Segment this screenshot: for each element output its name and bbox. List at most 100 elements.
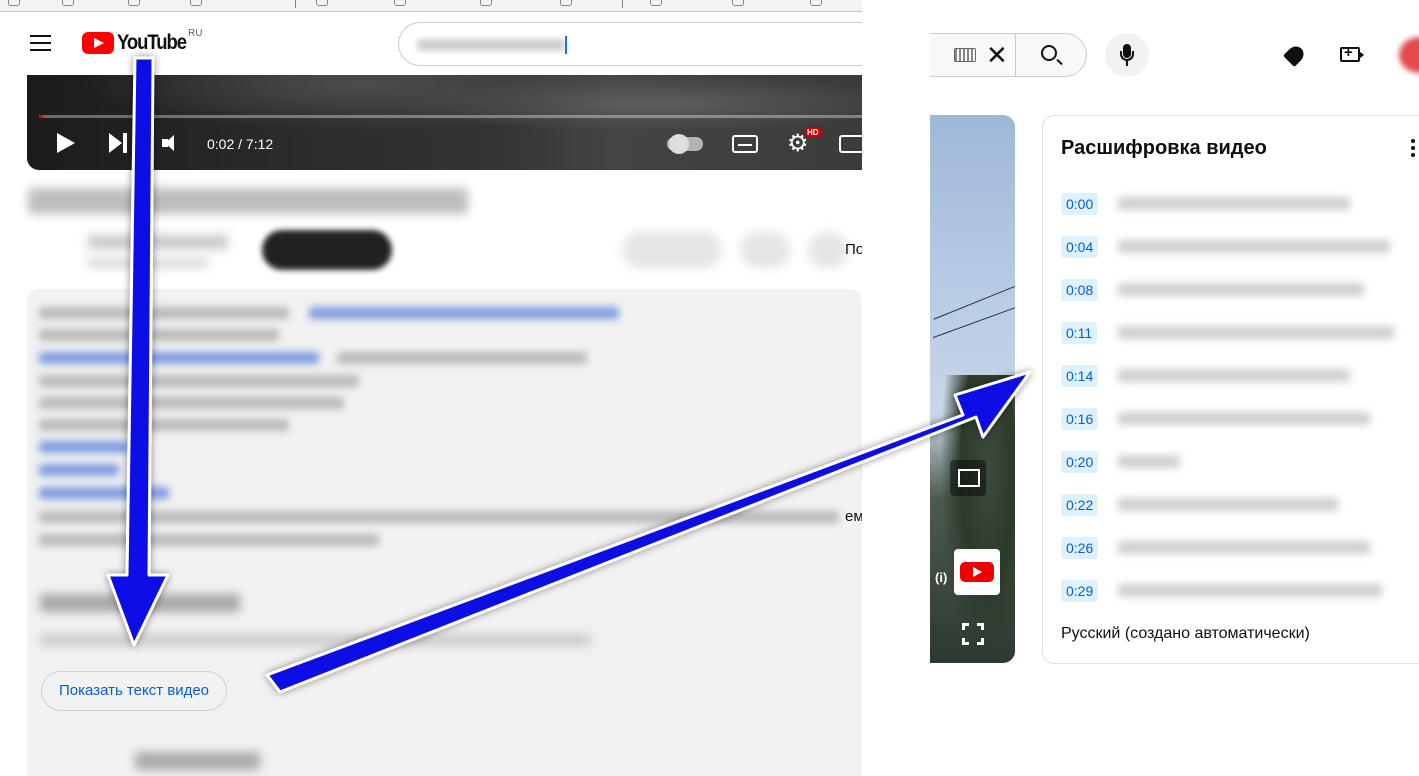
subscriber-count-blurred — [88, 258, 208, 268]
tab-favicon-icon[interactable] — [128, 0, 140, 6]
transcript-text-blurred — [1118, 541, 1370, 554]
tab-favicon-icon[interactable] — [190, 0, 202, 6]
transcript-language-selector[interactable]: Русский (создано автоматически) — [1061, 625, 1310, 643]
subscribe-watermark-bottom: на канал — [959, 584, 995, 593]
voice-search-button[interactable] — [1105, 33, 1149, 77]
transcript-segment[interactable]: 0:00 — [1061, 191, 1419, 217]
tab-favicon-icon[interactable] — [560, 0, 572, 6]
tab-separator — [622, 0, 623, 8]
transcript-segment[interactable]: 0:26 — [1061, 535, 1419, 561]
play-icon[interactable] — [57, 133, 75, 153]
description-line — [39, 307, 289, 319]
progress-bar[interactable] — [39, 115, 862, 118]
transcript-segment[interactable]: 0:14 — [1061, 363, 1419, 389]
youtube-logo-icon — [82, 32, 114, 54]
transcript-segment[interactable]: 0:16 — [1061, 406, 1419, 432]
video-frame — [940, 375, 1015, 663]
transcript-panel: Расшифровка видео 0:00 0:04 0:08 0:11 0:14 0:… — [1042, 115, 1419, 664]
transcript-segment[interactable]: 0:20 — [1061, 449, 1419, 475]
channel-name-blurred[interactable] — [88, 235, 228, 249]
tag-icon[interactable] — [1282, 42, 1308, 68]
like-button-blurred[interactable] — [622, 232, 722, 268]
transcript-segment[interactable]: 0:11 — [1061, 320, 1419, 346]
transcript-segment[interactable]: 0:04 — [1061, 234, 1419, 260]
search-button[interactable] — [1015, 33, 1087, 77]
dislike-button-blurred[interactable] — [740, 232, 790, 268]
avatar[interactable] — [1399, 37, 1419, 73]
next-icon[interactable] — [109, 133, 129, 153]
autoplay-toggle[interactable] — [667, 134, 703, 154]
tab-favicon-icon[interactable] — [316, 0, 328, 6]
description-link[interactable] — [39, 352, 319, 364]
search-query-blurred — [417, 39, 565, 51]
subscribe-watermark[interactable]: Подпишись на канал — [954, 549, 1000, 595]
description-hashtag[interactable] — [39, 441, 129, 453]
tab-favicon-icon[interactable] — [732, 0, 744, 6]
show-transcript-button[interactable]: Показать текст видео — [41, 671, 228, 711]
video-player[interactable]: 0:02 / 7:12 ⚙ HD — [27, 75, 862, 170]
transcript-timestamp[interactable]: 0:04 — [1061, 236, 1099, 258]
volume-icon[interactable] — [162, 135, 180, 151]
transcript-text-blurred — [1118, 240, 1390, 253]
transcript-timestamp[interactable]: 0:00 — [1061, 193, 1099, 215]
youtube-logo[interactable]: YouTube — [82, 31, 195, 55]
transcript-timestamp[interactable]: 0:16 — [1061, 408, 1099, 430]
miniplayer-icon[interactable] — [839, 135, 862, 153]
share-label-clipped[interactable]: По — [845, 241, 862, 258]
keyboard-icon[interactable] — [954, 48, 976, 62]
transcript-timestamp[interactable]: 0:29 — [1061, 580, 1099, 602]
description-hashtag[interactable] — [39, 487, 169, 499]
transcript-section-heading-blurred — [40, 594, 240, 612]
description-text-clipped: ем — [845, 508, 862, 525]
video-player-clipped[interactable]: (i) Подпишись на канал — [930, 115, 1015, 663]
fullscreen-icon[interactable] — [962, 623, 984, 645]
transcript-segment[interactable]: 0:29 — [1061, 578, 1419, 604]
transcript-text-blurred — [1118, 283, 1364, 296]
share-button-blurred[interactable] — [808, 232, 848, 268]
region-code: RU — [188, 28, 203, 39]
more-vert-icon[interactable] — [1411, 139, 1415, 157]
transcript-timestamp[interactable]: 0:20 — [1061, 451, 1099, 473]
transcript-segment[interactable]: 0:22 — [1061, 492, 1419, 518]
tab-favicon-icon[interactable] — [62, 0, 74, 6]
transcript-timestamp[interactable]: 0:11 — [1061, 322, 1098, 344]
transcript-timestamp[interactable]: 0:26 — [1061, 537, 1099, 559]
tab-favicon-icon[interactable] — [8, 0, 20, 6]
transcript-segment[interactable]: 0:08 — [1061, 277, 1419, 303]
transcript-text-blurred — [1118, 455, 1180, 468]
search-input[interactable] — [398, 22, 862, 66]
description-hashtag[interactable] — [39, 464, 119, 476]
transcript-timestamp[interactable]: 0:14 — [1061, 365, 1099, 387]
description-line — [39, 329, 279, 341]
subtitles-icon[interactable] — [732, 135, 758, 153]
tab-favicon-icon[interactable] — [480, 0, 492, 6]
tab-favicon-icon[interactable] — [650, 0, 662, 6]
right-screenshot: ✕ (i) Подпишись на канал Расшифровка вид… — [862, 0, 1419, 776]
description-line — [39, 534, 379, 546]
description-line — [39, 397, 344, 409]
time-display: 0:02 / 7:12 — [207, 136, 274, 152]
youtube-logo-icon — [960, 562, 994, 582]
pip-icon[interactable] — [950, 460, 986, 496]
youtube-wordmark: YouTube — [117, 31, 187, 54]
text-cursor — [565, 36, 567, 54]
subscribe-button-blurred[interactable] — [262, 230, 392, 270]
menu-icon[interactable] — [30, 35, 51, 51]
description-line — [337, 352, 587, 364]
transcript-timestamp[interactable]: 0:22 — [1061, 494, 1099, 516]
create-video-icon[interactable] — [1340, 44, 1364, 62]
info-icon[interactable]: (i) — [935, 570, 947, 585]
transcript-timestamp[interactable]: 0:08 — [1061, 279, 1099, 301]
transcript-text-blurred — [1118, 498, 1338, 511]
transcript-text-blurred — [1118, 326, 1394, 339]
transcript-text-blurred — [1118, 369, 1350, 382]
clear-icon[interactable]: ✕ — [986, 42, 1008, 68]
left-screenshot: YouTube RU 0:02 / 7:12 ⚙ HD По ем Показа… — [0, 0, 862, 776]
description-link[interactable] — [309, 307, 619, 319]
channel-section-blurred — [135, 752, 260, 770]
search-input-tail[interactable]: ✕ — [930, 33, 1016, 77]
transcript-text-blurred — [1118, 584, 1382, 597]
tab-favicon-icon[interactable] — [394, 0, 406, 6]
tab-favicon-icon[interactable] — [810, 0, 822, 6]
description-line — [39, 511, 839, 523]
